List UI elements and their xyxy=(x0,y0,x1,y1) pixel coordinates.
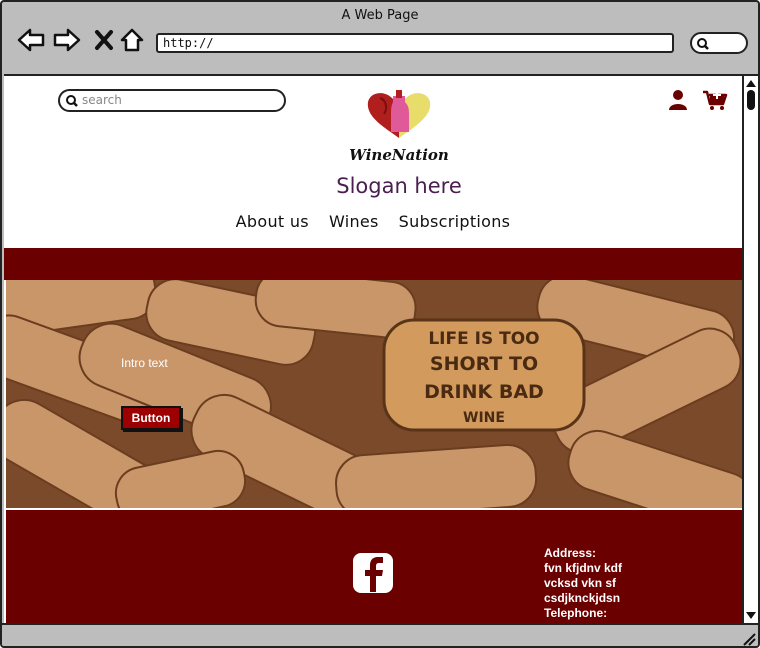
brand-name: WineNation xyxy=(349,146,449,164)
address-line: Telephone: xyxy=(544,606,608,620)
footer-address: Address: fvn kfjdnv kdf vcksd vkn sf csd… xyxy=(544,546,622,621)
browser-window: A Web Page http:// search WineNation Slo… xyxy=(0,0,760,648)
site-search-input[interactable]: search xyxy=(58,89,286,112)
cork-line-3: DRINK BAD xyxy=(424,381,544,403)
scroll-thumb[interactable] xyxy=(747,90,755,110)
close-icon[interactable] xyxy=(90,26,120,54)
cork-line-1: LIFE IS TOO xyxy=(428,329,539,349)
cork-line-4: WINE xyxy=(463,410,505,426)
window-title: A Web Page xyxy=(341,8,419,23)
user-icon[interactable] xyxy=(668,89,688,111)
search-icon xyxy=(66,95,78,107)
status-bar xyxy=(2,623,758,646)
cork-line-2: SHORT TO xyxy=(430,353,538,375)
scroll-up-icon[interactable] xyxy=(745,78,757,88)
page-viewport: search WineNation Slogan here About us W… xyxy=(4,74,742,623)
nav-wines[interactable]: Wines xyxy=(329,212,379,231)
header-band xyxy=(4,248,742,280)
featured-cork: LIFE IS TOO SHORT TO DRINK BAD WINE xyxy=(382,318,586,432)
corks-image: LIFE IS TOO SHORT TO DRINK BAD WINE xyxy=(6,280,742,508)
back-arrow-icon[interactable] xyxy=(16,26,46,54)
vertical-scrollbar[interactable] xyxy=(742,74,758,623)
slogan: Slogan here xyxy=(336,174,462,198)
forward-arrow-icon[interactable] xyxy=(52,26,82,54)
footer: Address: fvn kfjdnv kdf vcksd vkn sf csd… xyxy=(6,510,742,623)
search-placeholder: search xyxy=(82,93,122,107)
hero-button[interactable]: Button xyxy=(121,406,181,430)
hero-banner: LIFE IS TOO SHORT TO DRINK BAD WINE Intr… xyxy=(6,280,742,508)
cart-icon[interactable] xyxy=(702,89,728,111)
address-line: fvn kfjdnv kdf xyxy=(544,561,623,575)
hero-intro-text: Intro text xyxy=(121,356,168,370)
browser-search-box[interactable] xyxy=(690,32,748,54)
facebook-icon[interactable] xyxy=(352,552,394,594)
main-nav: About us Wines Subscriptions xyxy=(4,212,742,231)
nav-about-us[interactable]: About us xyxy=(236,212,309,231)
address-line: Address: xyxy=(544,546,597,560)
url-bar[interactable]: http:// xyxy=(156,33,674,53)
winenation-logo-icon[interactable] xyxy=(362,88,436,142)
home-icon[interactable] xyxy=(118,26,148,54)
nav-subscriptions[interactable]: Subscriptions xyxy=(399,212,511,231)
search-icon xyxy=(697,38,709,50)
scroll-down-icon[interactable] xyxy=(745,611,757,621)
resize-grip-icon[interactable] xyxy=(742,632,756,646)
address-line: vcksd vkn sf xyxy=(544,576,617,590)
address-line: csdjknckjdsn xyxy=(544,591,621,605)
